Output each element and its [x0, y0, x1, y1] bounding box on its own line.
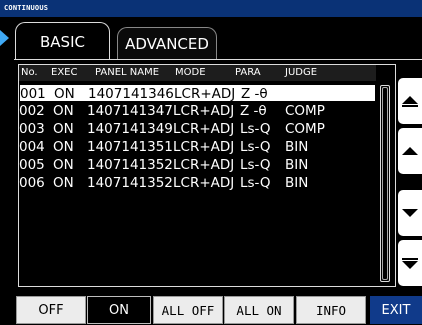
table-row[interactable]: 006 ON 1407141352 LCR+ADJ Ls-Q BIN — [19, 174, 376, 192]
cell-no: 001 — [20, 86, 46, 102]
cell-mode: LCR+ADJ — [173, 121, 235, 137]
cell-para: Ls-Q — [240, 157, 271, 173]
line-up-icon — [402, 147, 418, 155]
cell-judge: BIN — [285, 175, 309, 191]
scroll-page-down-button[interactable] — [398, 240, 422, 286]
cell-no: 004 — [19, 139, 45, 155]
table-scrollbar[interactable] — [380, 85, 390, 282]
tab-basic[interactable]: BASIC — [15, 22, 110, 60]
cell-panel-name: 1407141351 — [87, 139, 173, 155]
cell-para: Ls-Q — [240, 175, 271, 191]
col-header-exec: EXEC — [51, 67, 78, 78]
table-row[interactable]: 001 ON 1407141346 LCR+ADJ Z -θ — [19, 84, 376, 102]
cell-judge: BIN — [285, 139, 309, 155]
cell-para: Ls-Q — [240, 139, 271, 155]
table-row[interactable]: 003 ON 1407141349 LCR+ADJ Ls-Q COMP — [19, 120, 376, 138]
info-button[interactable]: INFO — [296, 296, 366, 324]
cell-panel-name: 1407141346 — [88, 86, 174, 102]
cell-no: 006 — [19, 175, 45, 191]
line-down-icon — [402, 209, 418, 217]
cell-judge: COMP — [285, 121, 325, 137]
cell-exec: ON — [53, 121, 74, 137]
cell-exec: ON — [53, 175, 74, 191]
cell-mode: LCR+ADJ — [173, 139, 235, 155]
cell-mode: LCR+ADJ — [173, 157, 235, 173]
page-down-icon — [402, 257, 418, 269]
cell-exec: ON — [54, 86, 75, 102]
cell-panel-name: 1407141347 — [87, 103, 173, 119]
col-header-judge: JUDGE — [285, 67, 318, 78]
cell-exec: ON — [53, 157, 74, 173]
table-row[interactable]: 005 ON 1407141352 LCR+ADJ Ls-Q BIN — [19, 156, 376, 174]
page-up-icon — [402, 95, 418, 107]
all-on-button[interactable]: ALL ON — [224, 296, 294, 324]
cell-para: Ls-Q — [240, 121, 271, 137]
on-button[interactable]: ON — [87, 296, 151, 324]
cell-judge: COMP — [285, 103, 325, 119]
tab-advanced[interactable]: ADVANCED — [117, 27, 217, 60]
cell-no: 003 — [19, 121, 45, 137]
cell-mode: LCR+ADJ — [173, 175, 235, 191]
cell-mode: LCR+ADJ — [174, 86, 236, 102]
col-header-mode: MODE — [175, 67, 206, 78]
cell-panel-name: 1407141352 — [87, 175, 173, 191]
cell-judge: BIN — [285, 157, 309, 173]
scroll-line-down-button[interactable] — [398, 190, 422, 236]
tab-pointer-icon — [0, 30, 9, 46]
cell-exec: ON — [53, 103, 74, 119]
cell-para: Z -θ — [241, 86, 268, 102]
cell-no: 005 — [19, 157, 45, 173]
scroll-page-up-button[interactable] — [398, 78, 422, 124]
table-row[interactable]: 002 ON 1407141347 LCR+ADJ Z -θ COMP — [19, 102, 376, 120]
cell-exec: ON — [53, 139, 74, 155]
table-header: No. EXEC PANEL NAME MODE PARA JUDGE — [19, 65, 376, 81]
cell-panel-name: 1407141352 — [87, 157, 173, 173]
exit-button[interactable]: EXIT — [370, 296, 422, 324]
col-header-panel-name: PANEL NAME — [95, 67, 160, 78]
table-body: 001 ON 1407141346 LCR+ADJ Z -θ 002 ON 14… — [19, 84, 376, 192]
window-title: CONTINUOUS — [0, 0, 422, 17]
cell-no: 002 — [19, 103, 45, 119]
cell-panel-name: 1407141349 — [87, 121, 173, 137]
off-button[interactable]: OFF — [16, 296, 86, 324]
table-row[interactable]: 004 ON 1407141351 LCR+ADJ Ls-Q BIN — [19, 138, 376, 156]
scroll-line-up-button[interactable] — [398, 128, 422, 174]
scrollbar-thumb[interactable] — [382, 87, 388, 280]
all-off-button[interactable]: ALL OFF — [153, 296, 223, 324]
col-header-no: No. — [21, 67, 38, 78]
cell-para: Z -θ — [240, 103, 267, 119]
cell-mode: LCR+ADJ — [173, 103, 235, 119]
col-header-para: PARA — [235, 67, 261, 78]
